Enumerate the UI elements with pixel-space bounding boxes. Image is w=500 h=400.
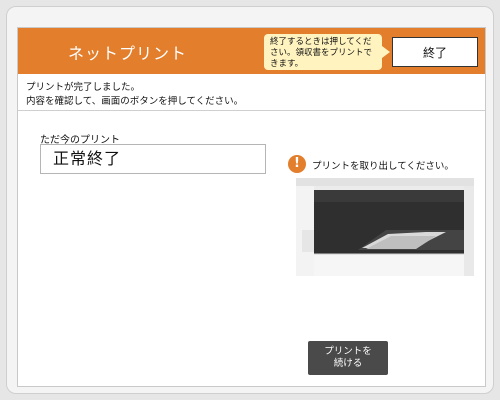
end-button[interactable]: 終了 xyxy=(392,37,478,67)
message-line-2: 内容を確認して、画面のボタンを押してください。 xyxy=(26,96,244,107)
warning-icon: ! xyxy=(288,155,306,173)
continue-print-button[interactable]: プリントを 続ける xyxy=(308,341,388,375)
page-title: ネットプリント xyxy=(68,44,188,63)
window-frame: ネットプリント 終了するときは押してください。領収書をプリントできます。 終了 … xyxy=(6,6,494,394)
completion-message: プリントが完了しました。 内容を確認して、画面のボタンを押してください。 xyxy=(26,81,243,109)
take-out-instruction: プリントを取り出してください。 xyxy=(312,161,454,172)
divider xyxy=(18,110,485,111)
printer-illustration xyxy=(296,178,474,276)
print-status-field: 正常終了 xyxy=(40,144,266,174)
message-line-1: プリントが完了しました。 xyxy=(26,82,141,93)
header-bar: ネットプリント 終了するときは押してください。領収書をプリントできます。 終了 xyxy=(18,28,485,74)
main-panel: ネットプリント 終了するときは押してください。領収書をプリントできます。 終了 … xyxy=(17,27,486,387)
end-hint-note: 終了するときは押してください。領収書をプリントできます。 xyxy=(264,34,382,70)
note-pointer xyxy=(382,46,390,58)
